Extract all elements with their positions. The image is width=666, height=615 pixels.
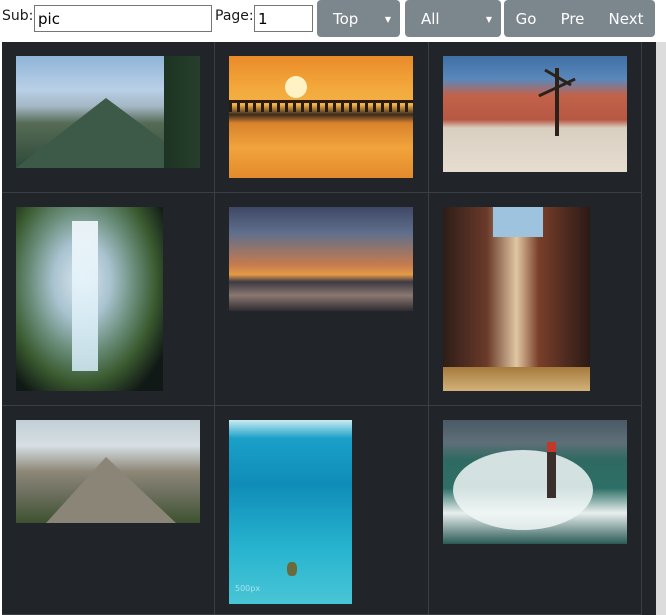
chevron-down-icon: ▼ bbox=[384, 15, 391, 24]
gallery-image-desert-tree[interactable] bbox=[443, 56, 627, 172]
gallery-cell bbox=[429, 42, 642, 193]
gallery-cell: 500px bbox=[215, 406, 429, 615]
next-button[interactable]: Next bbox=[597, 0, 655, 37]
right-margin bbox=[642, 42, 666, 615]
diver-figure bbox=[287, 562, 297, 576]
filter-select-value: All bbox=[421, 9, 440, 28]
gallery-cell bbox=[2, 42, 215, 193]
sort-select[interactable]: Top ▼ bbox=[317, 0, 400, 37]
page-input[interactable] bbox=[254, 5, 313, 32]
go-button[interactable]: Go bbox=[504, 0, 548, 37]
sub-label: Sub: bbox=[2, 8, 34, 24]
subreddit-input[interactable] bbox=[34, 5, 212, 32]
gallery-cell bbox=[215, 42, 429, 193]
gallery-cell bbox=[215, 193, 429, 406]
previous-button[interactable]: Pre bbox=[548, 0, 597, 37]
gallery-image-waterfall-cave[interactable] bbox=[16, 207, 163, 391]
filter-select[interactable]: All ▼ bbox=[405, 0, 501, 37]
page-label: Page: bbox=[215, 8, 254, 24]
gallery-cell bbox=[2, 406, 215, 615]
gallery-image-ocean-diver[interactable]: 500px bbox=[229, 420, 352, 604]
toolbar: Sub: Page: Top ▼ All ▼ Go Pre Next bbox=[0, 0, 666, 42]
page-scrollbar[interactable] bbox=[656, 42, 666, 615]
watermark: 500px bbox=[235, 584, 261, 593]
gallery-image-lighthouse[interactable] bbox=[443, 420, 627, 544]
gallery-cell bbox=[429, 406, 642, 615]
gallery-cell bbox=[429, 193, 642, 406]
gallery-image-mountain[interactable] bbox=[16, 56, 200, 168]
image-gallery: 500px bbox=[2, 42, 642, 615]
gallery-image-city-dusk[interactable] bbox=[229, 207, 413, 311]
gallery-cell bbox=[2, 193, 215, 406]
gallery-image-canyon[interactable] bbox=[443, 207, 590, 391]
nav-button-group: Go Pre Next bbox=[504, 0, 655, 37]
chevron-down-icon: ▼ bbox=[485, 15, 492, 24]
gallery-image-rocky-hill[interactable] bbox=[16, 420, 200, 523]
sort-select-value: Top bbox=[333, 9, 359, 28]
gallery-image-sunset-pier[interactable] bbox=[229, 56, 413, 178]
